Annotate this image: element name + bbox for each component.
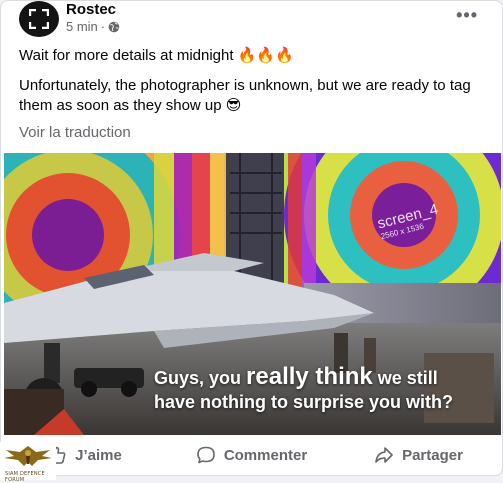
post-text: Wait for more details at midnight 🔥🔥🔥 Un… [19, 46, 490, 126]
share-icon [375, 447, 393, 463]
post-paragraph: Unfortunately, the photographer is unkno… [19, 77, 471, 114]
action-bar: J’aime Commenter Partager [1, 435, 502, 475]
caption-post: we still [372, 368, 438, 388]
share-button[interactable]: Partager [335, 437, 502, 473]
globe-icon [108, 21, 120, 32]
watermark-text: SIAM DEFENCE FORUM [5, 471, 45, 483]
share-label: Partager [402, 446, 463, 464]
comment-icon [197, 446, 215, 464]
meta-separator: · [100, 19, 106, 34]
caption-line-1: Guys, you really think we still [154, 365, 453, 390]
caption-emphasis: really think [246, 363, 373, 390]
post-paragraph: Wait for more details at midnight 🔥🔥🔥 [19, 47, 294, 64]
post-header: Rostec 5 min · ••• [19, 1, 502, 41]
watermark-badge: SIAM DEFENCE FORUM [0, 442, 56, 483]
like-label: J’aime [75, 446, 122, 464]
video-caption: Guys, you really think we still have not… [154, 365, 453, 414]
comment-label: Commenter [223, 446, 308, 464]
eagle-emblem-icon [4, 446, 52, 466]
caption-line-2: have nothing to surprise you with? [154, 392, 454, 412]
post-meta: 5 min · [66, 19, 120, 34]
translate-link[interactable]: Voir la traduction [19, 124, 131, 141]
post-timestamp[interactable]: 5 min [66, 19, 98, 34]
rostec-logo-icon [29, 9, 49, 29]
avatar[interactable] [19, 1, 59, 37]
post-card: Rostec 5 min · ••• Wait for more details… [0, 0, 503, 476]
author-name[interactable]: Rostec [66, 1, 116, 18]
more-options-button[interactable]: ••• [456, 5, 478, 26]
caption-pre: Guys, you [154, 368, 247, 388]
comment-button[interactable]: Commenter [168, 437, 335, 473]
post-video[interactable]: screen_4 2560 x 1536 Guys, you really th… [4, 153, 501, 435]
